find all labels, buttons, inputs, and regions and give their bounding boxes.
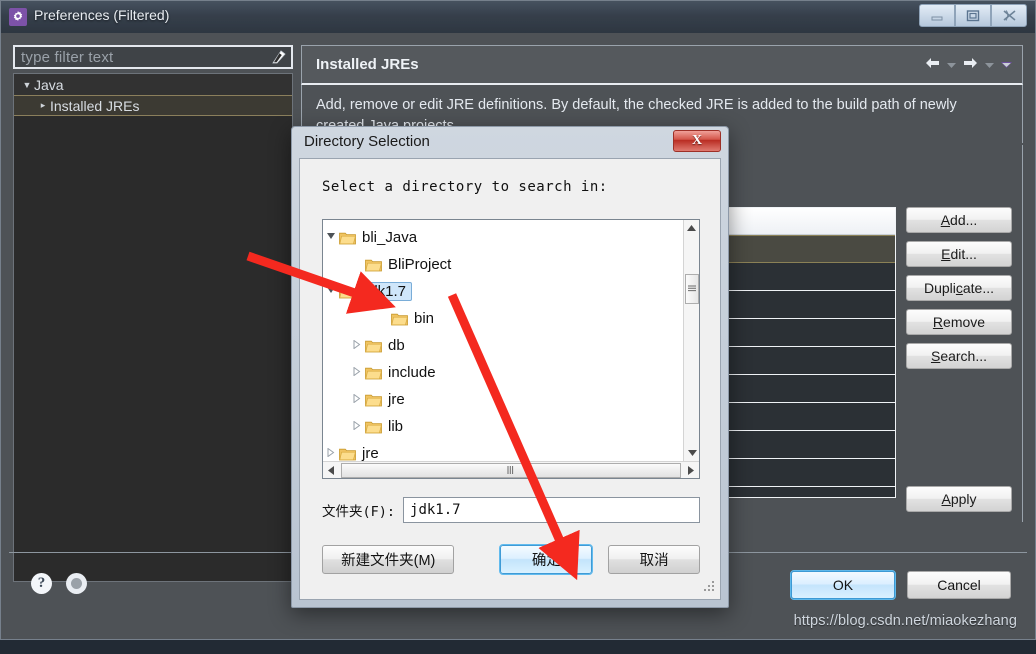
menu-chevron-icon[interactable] (1001, 56, 1012, 74)
clear-filter-icon[interactable] (267, 47, 289, 67)
confirm-button[interactable]: 确定 (499, 543, 594, 575)
dialog-client-area: Select a directory to search in: bli_Jav… (299, 158, 721, 600)
forward-dropdown-icon[interactable] (985, 56, 994, 74)
directory-tree-item-label: bli_Java (362, 229, 418, 246)
sidebar-item-label: Java (34, 76, 64, 93)
folder-icon (365, 257, 382, 272)
folder-icon (365, 419, 382, 434)
preferences-titlebar[interactable]: Preferences (Filtered) (1, 1, 1035, 33)
folder-field-label: 文件夹(F): (322, 504, 396, 520)
watermark-text: https://blog.csdn.net/miaokezhang (793, 613, 1017, 629)
dialog-cancel-button[interactable]: 取消 (608, 544, 701, 574)
folder-name-input[interactable]: jdk1.7 (403, 497, 700, 523)
question-mark-icon[interactable]: ? (31, 573, 52, 594)
minimize-button[interactable] (919, 4, 955, 27)
back-dropdown-icon[interactable] (947, 56, 956, 74)
window-title: Preferences (Filtered) (34, 7, 170, 23)
directory-tree-item[interactable]: lib (323, 413, 683, 440)
close-button[interactable] (991, 4, 1027, 27)
directory-tree-item-label: include (388, 364, 436, 381)
directory-selection-dialog: Directory Selection X Select a directory… (291, 126, 729, 608)
twisty-collapsed-icon[interactable] (349, 393, 365, 405)
directory-tree-item[interactable]: bli_Java (323, 224, 683, 251)
directory-tree-item[interactable]: include (323, 359, 683, 386)
folder-icon (365, 392, 382, 407)
duplicate-button[interactable]: Dupli c ate... (906, 275, 1012, 301)
sidebar-item-label: Installed JREs (50, 97, 140, 114)
folder-icon (339, 284, 356, 299)
filter-input[interactable]: type filter text (15, 49, 267, 66)
sidebar-item-installed-jres[interactable]: ▸ Installed JREs (14, 95, 292, 116)
dialog-prompt: Select a directory to search in: (322, 179, 608, 195)
folder-icon (391, 311, 408, 326)
preferences-category-tree[interactable]: ▼ Java ▸ Installed JREs (13, 73, 293, 582)
folder-icon (339, 446, 356, 461)
twisty-collapsed-icon[interactable] (323, 447, 339, 459)
twisty-collapsed-icon[interactable] (349, 366, 365, 378)
scroll-right-icon[interactable] (683, 462, 699, 478)
twisty-expanded-icon[interactable] (323, 286, 339, 297)
directory-tree-item-label: db (388, 337, 405, 354)
panel-navigation (925, 56, 1012, 74)
directory-tree-item[interactable]: BliProject (323, 251, 683, 278)
directory-tree-item[interactable]: jre (323, 440, 683, 461)
edit-button[interactable]: Edit... (906, 241, 1012, 267)
jre-action-buttons: Add... Edit... Dupli c ate... Remove Searc… (906, 207, 1012, 369)
directory-tree-item[interactable]: jdk1.7 (323, 278, 683, 305)
folder-icon (339, 230, 356, 245)
folder-icon (365, 365, 382, 380)
dialog-title: Directory Selection (304, 133, 430, 150)
scroll-left-icon[interactable] (323, 462, 339, 478)
back-arrow-icon[interactable] (925, 56, 940, 74)
footer-icons: ? (31, 573, 87, 594)
forward-arrow-icon[interactable] (963, 56, 978, 74)
apply-row: Apply (906, 486, 1012, 512)
scroll-up-icon[interactable] (684, 220, 699, 236)
resize-grip-icon[interactable] (703, 578, 715, 596)
dialog-buttons: 新建文件夹(M) 确定 取消 (322, 543, 701, 575)
maximize-button[interactable] (955, 4, 991, 27)
folder-icon (365, 338, 382, 353)
vertical-scrollbar-thumb[interactable] (685, 274, 699, 304)
directory-tree-item-label: jdk1.7 (360, 282, 413, 301)
ok-button[interactable]: OK (790, 570, 896, 600)
directory-tree-item-label: lib (388, 418, 404, 435)
directory-tree-item-label: jre (362, 445, 379, 461)
directory-tree-item-label: BliProject (388, 256, 452, 273)
vertical-scrollbar[interactable] (683, 220, 699, 461)
dialog-titlebar[interactable]: Directory Selection X (292, 127, 728, 157)
directory-tree-item[interactable]: bin (323, 305, 683, 332)
directory-tree-item[interactable]: jre (323, 386, 683, 413)
preferences-sidebar: type filter text ▼ Java ▸ Installed JREs (13, 45, 293, 582)
page-title: Installed JREs (316, 56, 419, 73)
twisty-collapsed-icon[interactable]: ▸ (36, 100, 50, 111)
twisty-expanded-icon[interactable] (323, 232, 339, 243)
remove-button[interactable]: Remove (906, 309, 1012, 335)
directory-tree-item[interactable]: db (323, 332, 683, 359)
gray-circle-icon[interactable] (66, 573, 87, 594)
add-button[interactable]: Add... (906, 207, 1012, 233)
horizontal-scrollbar[interactable] (323, 461, 699, 478)
directory-tree-container: bli_Java BliProject jdk1.7 bin db include jre l… (322, 219, 700, 479)
footer-buttons: OK Cancel (790, 570, 1011, 600)
folder-name-row: 文件夹(F): jdk1.7 (322, 497, 700, 523)
new-folder-button[interactable]: 新建文件夹(M) (322, 544, 455, 574)
directory-tree[interactable]: bli_Java BliProject jdk1.7 bin db include jre l… (323, 220, 683, 461)
horizontal-scrollbar-thumb[interactable] (341, 462, 681, 478)
apply-button[interactable]: Apply (906, 486, 1012, 512)
filter-input-container[interactable]: type filter text (13, 45, 293, 69)
directory-tree-item-label: jre (388, 391, 405, 408)
twisty-collapsed-icon[interactable] (349, 420, 365, 432)
twisty-collapsed-icon[interactable] (349, 339, 365, 351)
dialog-close-button[interactable]: X (673, 130, 721, 152)
directory-tree-item-label: bin (414, 310, 435, 327)
cancel-button[interactable]: Cancel (907, 571, 1011, 599)
search-button[interactable]: Search... (906, 343, 1012, 369)
sidebar-item-java[interactable]: ▼ Java (14, 74, 292, 95)
panel-header: Installed JREs (301, 45, 1023, 85)
scroll-down-icon[interactable] (684, 445, 699, 461)
gear-icon (9, 8, 27, 26)
twisty-expanded-icon[interactable]: ▼ (20, 80, 34, 90)
window-controls (919, 4, 1027, 27)
